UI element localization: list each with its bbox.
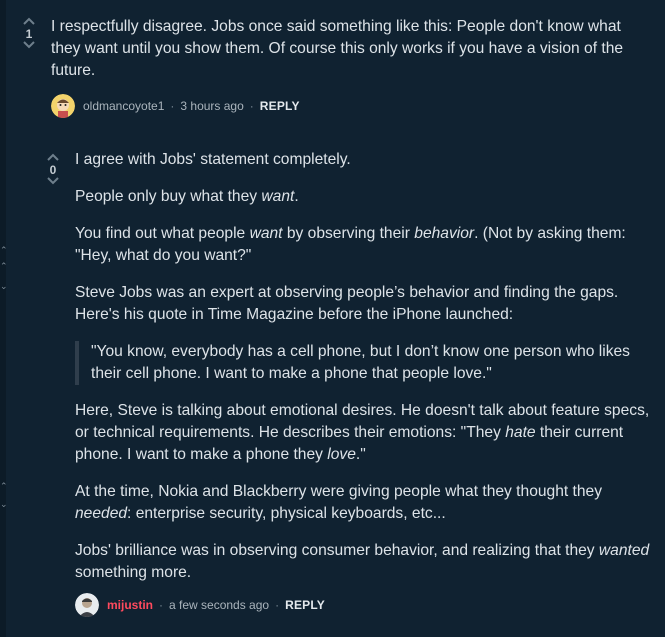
comment-paragraph: You find out what people want by observi… [75, 225, 626, 264]
user-photo-avatar[interactable] [75, 593, 99, 617]
comment-meta: mijustin · a few seconds ago · REPLY [75, 593, 325, 617]
downvote-arrow-icon[interactable] [45, 177, 61, 187]
comment-paragraph: Here, Steve is talking about emotional d… [75, 402, 650, 463]
separator-dot: · [159, 598, 164, 612]
chevron-up-icon[interactable]: ⌃ [0, 482, 8, 491]
comment-thread: ⌃ ⌃ ⌄ ⌃ ⌄ 1 I respectfully disagree. Job… [0, 0, 665, 637]
separator-dot: · [275, 598, 280, 612]
comment-score: 0 [49, 163, 57, 177]
vote-column: 1 [21, 17, 37, 51]
reply-button[interactable]: REPLY [285, 598, 325, 612]
comment-timestamp[interactable]: a few seconds ago [169, 598, 269, 612]
comment-author[interactable]: oldmancoyote1 [83, 99, 164, 113]
reply-button[interactable]: REPLY [260, 99, 300, 113]
downvote-arrow-icon[interactable] [21, 41, 37, 51]
comment-meta: oldmancoyote1 · 3 hours ago · REPLY [51, 94, 300, 118]
left-scroll-strip: ⌃ ⌃ ⌄ ⌃ ⌄ [0, 0, 8, 637]
blockquote: "You know, everybody has a cell phone, b… [75, 341, 655, 385]
comment-body: I respectfully disagree. Jobs once said … [51, 16, 647, 82]
comment-score: 1 [25, 27, 33, 41]
vote-column: 0 [45, 153, 61, 187]
comment-text: I respectfully disagree. Jobs once said … [51, 18, 624, 79]
separator-dot: · [249, 99, 254, 113]
chevron-up-icon[interactable]: ⌃ [0, 246, 8, 255]
comment-paragraph: I agree with Jobs' statement completely. [75, 151, 351, 168]
comment-timestamp[interactable]: 3 hours ago [180, 99, 243, 113]
chevron-down-icon[interactable]: ⌄ [0, 500, 8, 509]
chevron-down-icon[interactable]: ⌄ [0, 282, 8, 291]
comment-paragraph: People only buy what they want. [75, 188, 299, 205]
comment-paragraph: At the time, Nokia and Blackberry were g… [75, 483, 603, 522]
upvote-arrow-icon[interactable] [45, 153, 61, 163]
comment-body: I agree with Jobs' statement completely.… [75, 149, 655, 584]
chevron-up-icon[interactable]: ⌃ [0, 262, 8, 271]
upvote-arrow-icon[interactable] [21, 17, 37, 27]
separator-dot: · [170, 99, 175, 113]
comment-paragraph: Steve Jobs was an expert at observing pe… [75, 284, 619, 323]
comment-author[interactable]: mijustin [107, 598, 153, 612]
quote-text: "You know, everybody has a cell phone, b… [91, 343, 630, 382]
cartoon-face-avatar[interactable] [51, 94, 75, 118]
comment-paragraph: Jobs' brilliance was in observing consum… [75, 542, 650, 581]
